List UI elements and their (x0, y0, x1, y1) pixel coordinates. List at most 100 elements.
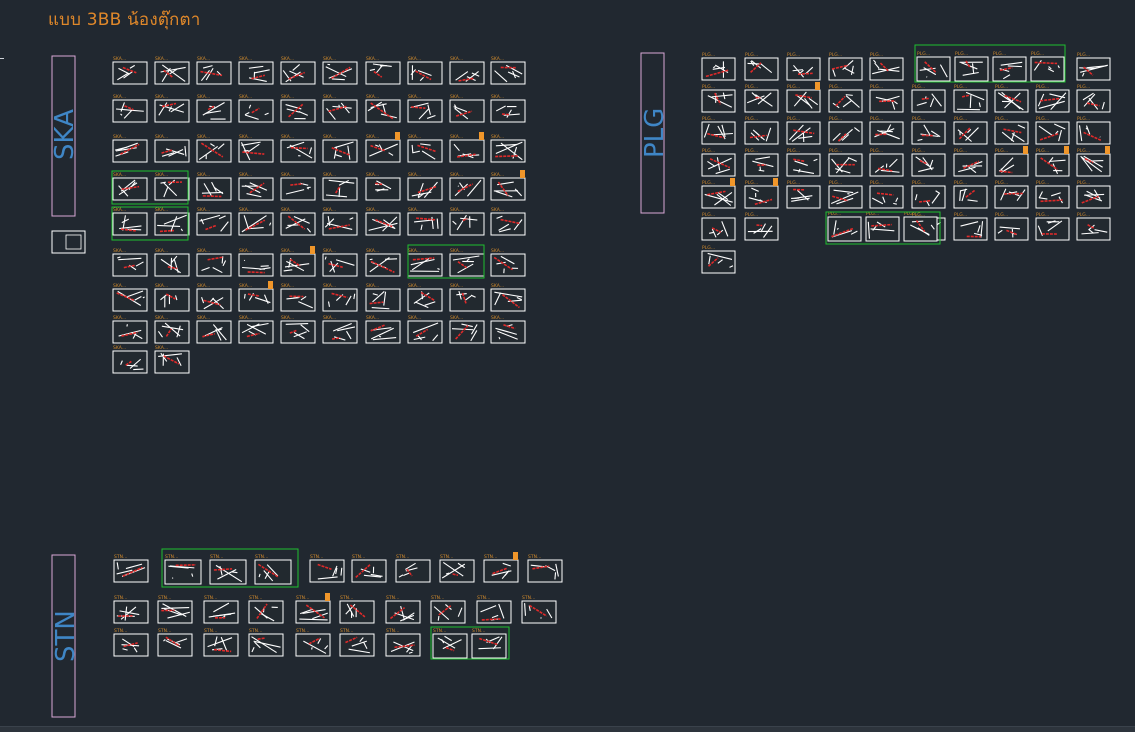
plg-sheet[interactable]: PLG… (702, 148, 735, 176)
ska-sheet[interactable]: SKA… (281, 246, 315, 276)
plg-sheet[interactable]: PLG… (1077, 146, 1110, 176)
plg-sheet[interactable]: PLG… (702, 52, 735, 80)
plg-sheet[interactable]: PLG… (1077, 52, 1110, 80)
ska-sheet[interactable]: SKA… (491, 248, 525, 276)
plg-sheet[interactable]: PLG… (1036, 84, 1069, 112)
plg-sheet[interactable]: PLG… (745, 178, 778, 208)
plg-sheet[interactable]: PLG… (870, 148, 903, 176)
ska-sheet[interactable]: SKA… (239, 94, 273, 122)
ska-sheet[interactable]: SKA… (155, 207, 189, 235)
plg-sheet[interactable]: PLG… (702, 245, 735, 273)
plg-sheet[interactable]: PLG… (912, 116, 945, 144)
stn-sheet[interactable]: STN… (204, 595, 238, 623)
ska-sheet[interactable]: SKA… (197, 315, 231, 343)
ska-sheet[interactable]: SKA… (113, 315, 147, 343)
ska-overview-sheet[interactable] (52, 231, 85, 253)
ska-sheet[interactable]: SKA… (323, 315, 357, 343)
stn-sheet[interactable]: STN… (340, 595, 374, 623)
ska-sheet[interactable]: SKA… (281, 283, 315, 311)
plg-sheet[interactable]: PLG… (954, 212, 987, 240)
plg-sheet[interactable]: PLG… (1077, 84, 1110, 112)
stn-sheet[interactable]: STN… (433, 628, 467, 658)
ska-sheet[interactable]: SKA… (197, 248, 231, 276)
plg-sheet[interactable]: PLG… (870, 116, 903, 144)
ska-sheet[interactable]: SKA… (450, 315, 484, 343)
ska-sheet[interactable]: SKA… (197, 94, 231, 122)
plg-sheet[interactable]: PLG… (828, 211, 861, 241)
ska-sheet[interactable]: SKA… (408, 315, 442, 343)
plg-sheet[interactable]: PLG… (787, 52, 820, 80)
ska-sheet[interactable]: SKA… (450, 132, 484, 162)
ska-sheet[interactable]: SKA… (155, 172, 189, 200)
stn-sheet[interactable]: STN… (431, 595, 465, 623)
stn-sheet[interactable]: STN… (386, 595, 420, 623)
ska-sheet[interactable]: SKA… (323, 248, 357, 276)
ska-sheet[interactable]: SKA… (491, 207, 525, 235)
ska-sheet[interactable]: SKA… (491, 170, 525, 200)
plg-sheet[interactable]: PLG… (1077, 212, 1110, 240)
ska-sheet[interactable]: SKA… (366, 315, 400, 343)
stn-sheet[interactable]: STN… (158, 628, 192, 656)
plg-sheet[interactable]: PLG… (787, 82, 820, 112)
plg-sheet[interactable]: PLG… (955, 51, 988, 81)
ska-sheet[interactable]: SKA… (366, 172, 400, 200)
plg-sheet[interactable]: PLG… (1036, 212, 1069, 240)
plg-sheet[interactable]: PLG… (954, 84, 987, 112)
ska-sheet[interactable]: SKA… (239, 207, 273, 235)
plg-sheet[interactable]: PLG… (745, 148, 778, 176)
ska-sheet[interactable]: SKA… (197, 207, 231, 235)
stn-sheet[interactable]: STN… (204, 628, 238, 656)
ska-sheet[interactable]: SKA… (491, 283, 525, 311)
plg-sheet[interactable]: PLG… (995, 116, 1028, 144)
plg-sheet[interactable]: PLG… (912, 180, 945, 208)
stn-sheet[interactable]: STN… (484, 552, 518, 582)
ska-sheet[interactable]: SKA… (155, 345, 189, 373)
plg-sheet[interactable]: PLG… (866, 211, 899, 241)
stn-sheet[interactable]: STN… (165, 554, 201, 584)
stn-sheet[interactable]: STN… (296, 593, 330, 623)
ska-sheet[interactable]: SKA… (323, 283, 357, 311)
plg-sheet[interactable]: PLG… (912, 84, 945, 112)
stn-sheet[interactable]: STN… (386, 628, 420, 656)
ska-sheet[interactable]: SKA… (323, 94, 357, 122)
plg-sheet[interactable]: PLG… (995, 212, 1028, 240)
ska-sheet[interactable]: SKA… (113, 283, 147, 311)
ska-sheet[interactable]: SKA… (450, 56, 484, 84)
stn-sheet[interactable]: STN… (114, 595, 148, 623)
plg-sheet[interactable]: PLG… (1036, 180, 1069, 208)
ska-sheet[interactable]: SKA… (366, 207, 400, 235)
cad-model-space[interactable]: SKA PLG STN SKA…SKA…SKA…SKA…SKA…SKA…SKA…… (0, 0, 1135, 731)
stn-sheet[interactable]: STN… (528, 554, 562, 582)
ska-sheet[interactable]: SKA… (281, 134, 315, 162)
ska-sheet[interactable]: SKA… (197, 134, 231, 162)
ska-sheet[interactable]: SKA… (113, 207, 147, 235)
ska-sheet[interactable]: SKA… (408, 134, 442, 162)
ska-sheet[interactable]: SKA… (323, 207, 357, 235)
plg-sheet[interactable]: PLG… (993, 51, 1026, 81)
ska-sheet[interactable]: SKA… (366, 94, 400, 122)
stn-sheet[interactable]: STN… (352, 554, 386, 582)
ska-sheet[interactable]: SKA… (197, 283, 231, 311)
plg-sheet[interactable]: PLG… (829, 116, 862, 144)
ska-sheet[interactable]: SKA… (366, 56, 400, 84)
plg-sheet[interactable]: PLG… (1031, 51, 1064, 81)
ska-sheet[interactable]: SKA… (239, 134, 273, 162)
ska-sheet[interactable]: SKA… (450, 94, 484, 122)
plg-sheet[interactable]: PLG… (1077, 116, 1110, 144)
ska-sheet[interactable]: SKA… (408, 207, 442, 235)
plg-sheet[interactable]: PLG… (829, 148, 862, 176)
plg-sheet[interactable]: PLG… (829, 180, 862, 208)
stn-sheet[interactable]: STN… (396, 554, 430, 582)
ska-sheet[interactable]: SKA… (113, 248, 147, 276)
ska-sheet[interactable]: SKA… (323, 172, 357, 200)
ska-sheet[interactable]: SKA… (450, 172, 484, 200)
plg-sheet[interactable]: PLG… (917, 51, 950, 81)
ska-sheet[interactable]: SKA… (113, 94, 147, 122)
ska-sheet[interactable]: SKA… (155, 56, 189, 84)
plg-sheet[interactable]: PLG… (912, 148, 945, 176)
ska-sheet[interactable]: SKA… (155, 248, 189, 276)
stn-sheet[interactable]: STN… (114, 554, 148, 582)
ska-sheet[interactable]: SKA… (491, 56, 525, 84)
plg-sheet[interactable]: PLG… (829, 84, 862, 112)
stn-sheet[interactable]: STN… (477, 595, 511, 623)
